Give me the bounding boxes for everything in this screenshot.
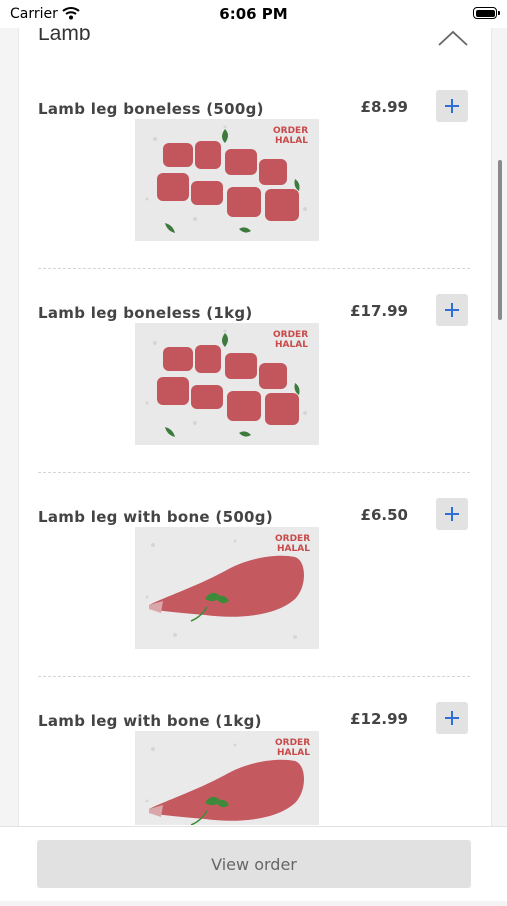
chevron-up-icon[interactable]: [436, 28, 470, 48]
lamb-leg-photo: [135, 527, 319, 649]
item-name: Lamb leg boneless (1kg): [38, 304, 253, 322]
item-price: £17.99: [350, 302, 408, 320]
add-item-button[interactable]: [436, 498, 468, 530]
item-divider: [38, 676, 470, 677]
status-bar: Carrier 6:06 PM: [0, 0, 507, 28]
item-name: Lamb leg with bone (500g): [38, 508, 273, 526]
add-item-button[interactable]: [436, 90, 468, 122]
scrollbar[interactable]: [498, 160, 502, 320]
item-divider: [38, 472, 470, 473]
diced-lamb-photo: [135, 323, 319, 445]
item-price: £6.50: [360, 506, 408, 524]
item-name: Lamb leg boneless (500g): [38, 100, 264, 118]
menu-item: Lamb leg boneless (1kg) £17.99: [38, 294, 470, 498]
item-price: £8.99: [360, 98, 408, 116]
clock: 6:06 PM: [219, 5, 288, 23]
diced-lamb-photo: [135, 119, 319, 241]
menu-item: Lamb leg with bone (500g) £6.50: [38, 498, 470, 702]
battery-icon: [473, 7, 500, 19]
add-item-button[interactable]: [436, 702, 468, 734]
item-name: Lamb leg with bone (1kg): [38, 712, 262, 730]
plus-icon: [444, 302, 460, 318]
menu-item: Lamb leg boneless (500g) £8.99: [38, 90, 470, 294]
view-order-button[interactable]: View order: [37, 840, 471, 888]
bottom-bar: View order: [0, 826, 507, 901]
plus-icon: [444, 710, 460, 726]
lamb-leg-photo: [135, 731, 319, 825]
plus-icon: [444, 506, 460, 522]
add-item-button[interactable]: [436, 294, 468, 326]
plus-icon: [444, 98, 460, 114]
item-divider: [38, 268, 470, 269]
item-price: £12.99: [350, 710, 408, 728]
